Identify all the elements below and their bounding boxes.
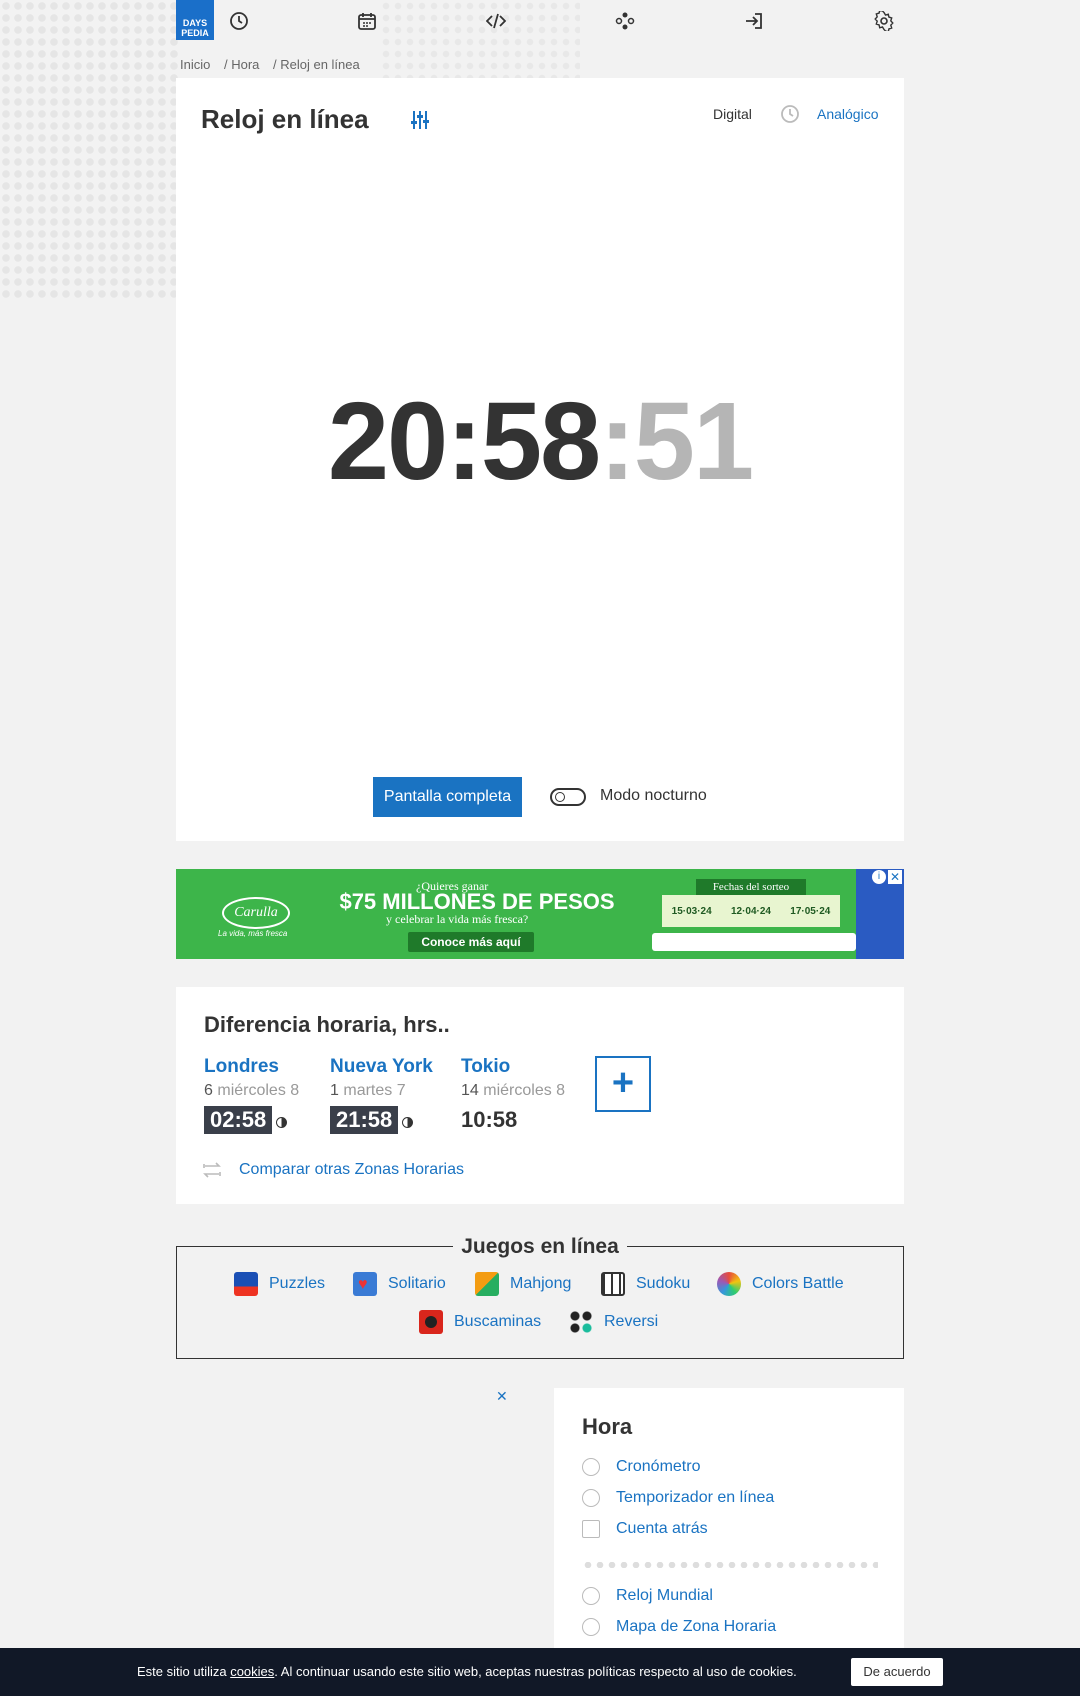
link-reloj-mundial[interactable]: Reloj Mundial: [582, 1587, 713, 1605]
mode-analog-tab[interactable]: Analógico: [817, 106, 879, 122]
compare-timezones-link[interactable]: Comparar otras Zonas Horarias: [239, 1161, 464, 1179]
page-title: Reloj en línea: [201, 104, 369, 134]
mahjong-icon: [475, 1272, 499, 1296]
colors-battle-icon: [717, 1272, 741, 1296]
background-dots: [0, 0, 180, 300]
city-tokio: Tokio 14 miércoles 8 10:58: [461, 1056, 565, 1134]
breadcrumb-current: / Reloj en línea: [273, 57, 360, 72]
game-buscaminas[interactable]: Buscaminas: [419, 1310, 541, 1334]
game-sudoku[interactable]: Sudoku: [601, 1272, 690, 1296]
add-city-button[interactable]: +: [595, 1056, 651, 1112]
ad-banner[interactable]: Carulla La vida, más fresca ¿Quieres gan…: [176, 869, 904, 959]
ad-sponsor-logos: [652, 933, 856, 951]
ad-date: 17·05·24: [790, 905, 831, 917]
link-cronometro[interactable]: Cronómetro: [582, 1458, 700, 1476]
gear-icon[interactable]: [873, 10, 895, 32]
ad-close-icon[interactable]: ✕: [888, 870, 902, 884]
games-section: Juegos en línea Puzzles ♥ Solitario Mahjo…: [176, 1235, 904, 1359]
clock-card: Reloj en línea Digital Analógico 20:58:5…: [176, 78, 904, 841]
city-name[interactable]: Tokio: [461, 1056, 565, 1078]
hora-sidebar: Hora Cronómetro Temporizador en línea Cu…: [554, 1388, 904, 1648]
games-title: Juegos en línea: [453, 1235, 627, 1258]
ad-info-icon[interactable]: i: [872, 870, 886, 884]
sudoku-icon: [601, 1272, 625, 1296]
game-puzzles[interactable]: Puzzles: [234, 1272, 325, 1296]
hora-title: Hora: [582, 1414, 633, 1439]
compare-icon: [203, 1162, 221, 1178]
ad-cta-button[interactable]: Conoce más aquí: [408, 932, 534, 952]
clock-icon: [582, 1587, 600, 1605]
game-mahjong[interactable]: Mahjong: [475, 1272, 571, 1296]
game-reversi[interactable]: Reversi: [569, 1310, 658, 1334]
clock-hours-minutes: 20:58: [327, 380, 601, 503]
ad-subline: y celebrar la vida más fresca?: [386, 912, 529, 926]
city-offset: 14 miércoles 8: [461, 1082, 566, 1099]
city-offset: 6 miércoles 8: [204, 1082, 300, 1099]
clock-seconds: :51: [599, 380, 754, 503]
timer-icon: [582, 1489, 600, 1507]
ad-dates: 15·03·24 12·04·24 17·05·24: [662, 895, 840, 927]
city-name[interactable]: Nueva York: [330, 1056, 433, 1078]
time-difference-title: Diferencia horaria, hrs..: [204, 1012, 450, 1037]
game-solitario[interactable]: ♥ Solitario: [353, 1272, 446, 1296]
settings-sliders-icon[interactable]: [408, 108, 432, 132]
countdown-icon: [582, 1520, 600, 1538]
night-moon-icon: [276, 1117, 288, 1129]
cookie-text: Este sitio utiliza cookies. Al continuar…: [137, 1664, 797, 1679]
night-mode-toggle[interactable]: [550, 788, 586, 806]
link-temporizador[interactable]: Temporizador en línea: [582, 1489, 774, 1507]
cookies-link[interactable]: cookies: [230, 1664, 274, 1679]
ad-close-icon[interactable]: ✕: [496, 1388, 508, 1405]
calendar-icon[interactable]: [356, 10, 378, 32]
reversi-icon: [569, 1310, 593, 1334]
clock-icon[interactable]: [228, 10, 250, 32]
city-nueva-york: Nueva York 1 martes 7 21:58: [330, 1056, 433, 1134]
digital-clock: 20:58:51: [176, 378, 904, 505]
top-nav: DAYS PEDIA: [176, 0, 904, 44]
link-mapa-zona-horaria[interactable]: Mapa de Zona Horaria: [582, 1618, 776, 1636]
city-time: 10:58: [461, 1107, 518, 1132]
solitaire-icon: ♥: [353, 1272, 377, 1296]
ad-dates-title: Fechas del sorteo: [696, 879, 806, 895]
city-name[interactable]: Londres: [204, 1056, 299, 1078]
ad-date: 15·03·24: [671, 905, 712, 917]
games-icon[interactable]: [614, 10, 636, 32]
cookie-banner: Este sitio utiliza cookies. Al continuar…: [0, 1648, 1080, 1696]
globe-icon: [582, 1618, 600, 1636]
ad-tagline: La vida, más fresca: [218, 929, 288, 938]
city-time: 02:58: [204, 1106, 273, 1134]
breadcrumb-hora[interactable]: / Hora: [224, 57, 259, 72]
city-offset: 1 martes 7: [330, 1082, 406, 1099]
minesweeper-icon: [419, 1310, 443, 1334]
breadcrumb: Inicio / Hora / Reloj en línea: [180, 57, 370, 72]
game-colors-battle[interactable]: Colors Battle: [717, 1272, 844, 1296]
breadcrumb-inicio[interactable]: Inicio: [180, 57, 210, 72]
fullscreen-button[interactable]: Pantalla completa: [373, 777, 522, 817]
city-time: 21:58: [330, 1106, 399, 1134]
night-moon-icon: [402, 1117, 414, 1129]
divider: [582, 1562, 878, 1568]
city-londres: Londres 6 miércoles 8 02:58: [204, 1056, 299, 1134]
clock-icon: [781, 105, 799, 123]
login-icon[interactable]: [743, 10, 765, 32]
ad-date: 12·04·24: [730, 905, 771, 917]
stopwatch-icon: [582, 1458, 600, 1476]
puzzles-icon: [234, 1272, 258, 1296]
link-cuenta-atras[interactable]: Cuenta atrás: [582, 1520, 708, 1538]
mode-digital-tab[interactable]: Digital: [713, 106, 752, 122]
dayspedia-logo[interactable]: DAYS PEDIA: [176, 0, 214, 40]
time-difference-card: Diferencia horaria, hrs.. Londres 6 miér…: [176, 987, 904, 1204]
accept-cookies-button[interactable]: De acuerdo: [851, 1658, 943, 1686]
ad-brand-logo: Carulla: [222, 897, 290, 929]
code-icon[interactable]: [485, 10, 507, 32]
night-mode-label: Modo nocturno: [600, 787, 707, 804]
